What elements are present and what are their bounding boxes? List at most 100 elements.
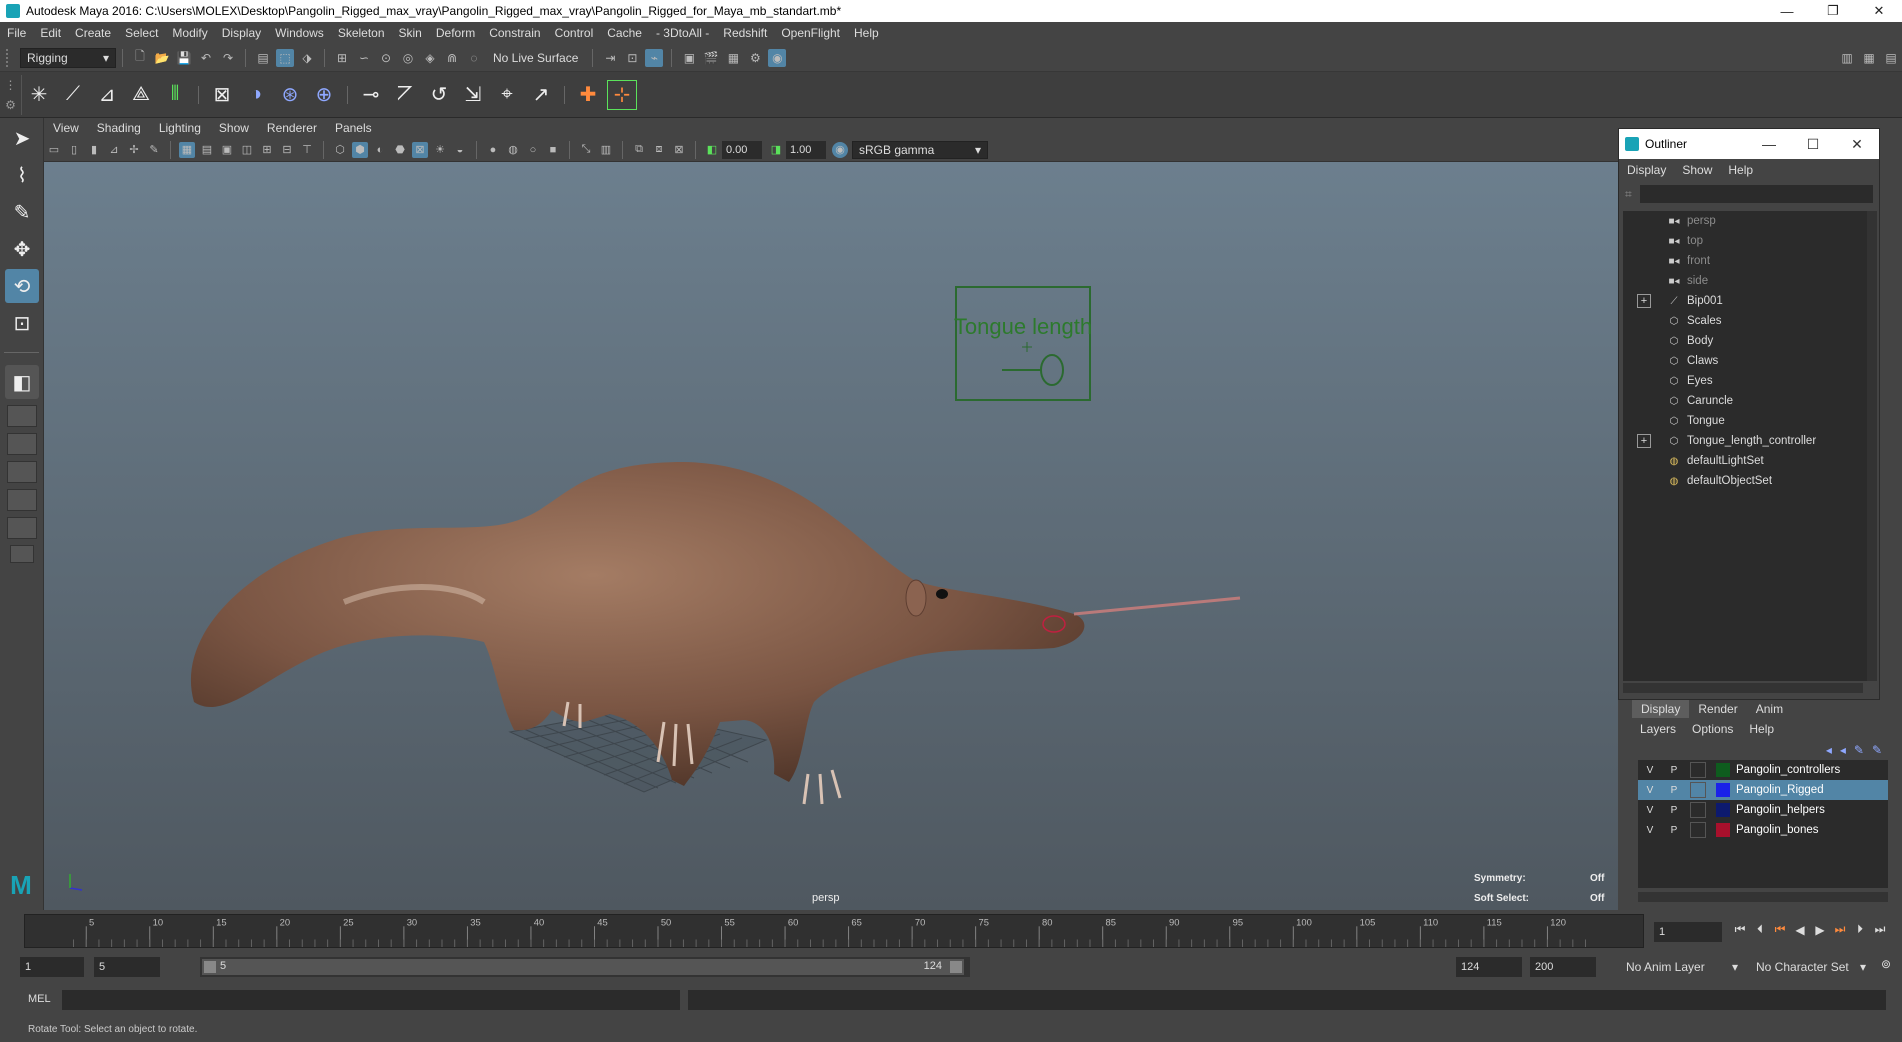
xray-icon[interactable]: ▥ (598, 142, 614, 158)
outliner-title-bar[interactable]: Outliner — ☐ ✕ (1619, 129, 1879, 159)
aim-constraint-icon[interactable]: ⦢ (390, 80, 420, 110)
viewport-menu-show[interactable]: Show (210, 121, 258, 135)
step-back-frame-icon[interactable]: ⏴ (1750, 922, 1770, 937)
single-view-icon[interactable]: ◧ (5, 365, 39, 399)
open-scene-icon[interactable]: 📂 (153, 49, 171, 67)
menu-help[interactable]: Help (847, 26, 886, 40)
pole-vector-icon[interactable]: ↗ (526, 80, 556, 110)
auto-key-icon[interactable]: ⊚ (1876, 957, 1896, 971)
menu-select[interactable]: Select (118, 26, 165, 40)
layer-row[interactable]: V P Pangolin_helpers (1638, 800, 1888, 820)
go-to-end-icon[interactable]: ⏭ (1870, 922, 1890, 937)
workspace-icon[interactable]: ▥ (1838, 49, 1856, 67)
channel-box-icon[interactable]: ▤ (1882, 49, 1900, 67)
viewport-menu-view[interactable]: View (44, 121, 88, 135)
layer-menu-options[interactable]: Options (1684, 722, 1741, 736)
xray-components-icon[interactable]: ⧈ (651, 142, 667, 158)
viewport-menu-lighting[interactable]: Lighting (150, 121, 210, 135)
toggle-panels-icon[interactable]: ▦ (1860, 49, 1878, 67)
maximize-icon[interactable]: ☐ (1791, 129, 1835, 159)
playback-toggle[interactable]: P (1666, 802, 1682, 818)
new-layer-icon[interactable]: ✎ (1854, 743, 1864, 757)
outliner-menu-display[interactable]: Display (1619, 163, 1674, 177)
play-backwards-icon[interactable]: ◀ (1790, 922, 1810, 937)
layer-color-swatch[interactable] (1716, 803, 1730, 817)
anim-layer-dropdown[interactable]: No Anim Layer ▾ (1620, 957, 1744, 977)
time-slider[interactable]: 5 10 15 20 25 30 35 40 45 50 55 60 65 70 75 80 85 90 95 100… (0, 912, 1902, 954)
play-forwards-icon[interactable]: ▶ (1810, 922, 1830, 937)
layer-row[interactable]: V P Pangolin_controllers (1638, 760, 1888, 780)
depth-of-field-icon[interactable]: ■ (545, 142, 561, 158)
grease-pencil-icon[interactable]: ✎ (146, 142, 162, 158)
parent-constraint-icon[interactable]: ⌖ (492, 80, 522, 110)
layer-row[interactable]: V P Pangolin_bones (1638, 820, 1888, 840)
save-scene-icon[interactable]: 💾 (175, 49, 193, 67)
outliner-item-body[interactable]: ⬡ Body (1623, 331, 1867, 351)
outliner-search-input[interactable] (1639, 185, 1873, 203)
snap-curve-icon[interactable]: ∽ (355, 49, 373, 67)
graph-layout-icon[interactable] (7, 489, 37, 511)
outliner-item-caruncle[interactable]: ⬡ Caruncle (1623, 391, 1867, 411)
snap-grid-icon[interactable]: ⊞ (333, 49, 351, 67)
new-scene-icon[interactable]: 🗋 (131, 49, 149, 67)
menu-create[interactable]: Create (68, 26, 118, 40)
tab-render[interactable]: Render (1689, 700, 1746, 718)
outliner-item-front[interactable]: ■◂ front (1623, 251, 1867, 271)
ipr-render-icon[interactable]: ▦ (724, 49, 742, 67)
outliner-menu-show[interactable]: Show (1674, 163, 1720, 177)
resolution-gate-icon[interactable]: ▣ (219, 142, 235, 158)
outliner-item-bip001[interactable]: + ⟋ Bip001 (1623, 291, 1867, 311)
hypershade-layout-icon[interactable] (7, 517, 37, 539)
blend-shape-icon[interactable]: ⊕ (309, 80, 339, 110)
bind-skin-icon[interactable]: ⟁ (126, 80, 156, 110)
grip-handle[interactable] (6, 48, 14, 67)
undo-icon[interactable]: ↶ (197, 49, 215, 67)
wireframe-icon[interactable]: ⬡ (332, 142, 348, 158)
ik-handle-icon[interactable]: ⟋ (58, 80, 88, 110)
render-view-icon[interactable]: ▣ (680, 49, 698, 67)
menu-control[interactable]: Control (548, 26, 601, 40)
render-settings-icon[interactable]: ⚙ (746, 49, 764, 67)
outliner-item-eyes[interactable]: ⬡ Eyes (1623, 371, 1867, 391)
animation-start-field[interactable]: 1 (20, 957, 84, 977)
color-management-icon[interactable]: ◉ (832, 141, 848, 158)
outliner-item-scales[interactable]: ⬡ Scales (1623, 311, 1867, 331)
visibility-toggle[interactable]: V (1642, 802, 1658, 818)
layer-menu-layers[interactable]: Layers (1632, 722, 1684, 736)
outliner-item-persp[interactable]: ■◂ persp (1623, 211, 1867, 231)
bookmark-icon[interactable]: ▮ (86, 142, 102, 158)
go-to-start-icon[interactable]: ⏮ (1730, 922, 1750, 937)
outliner-item-claws[interactable]: ⬡ Claws (1623, 351, 1867, 371)
menu-display[interactable]: Display (215, 26, 268, 40)
smooth-shade-icon[interactable]: ⬢ (352, 141, 368, 158)
exposure-field[interactable]: 0.00 (722, 140, 762, 159)
layer-row[interactable]: V P Pangolin_Rigged (1638, 780, 1888, 800)
scale-constraint-icon[interactable]: ⇲ (458, 80, 488, 110)
live-icon[interactable]: ◌ (465, 49, 483, 67)
tongue-length-controller[interactable]: Tongue length (954, 286, 1092, 401)
select-hierarchy-icon[interactable]: ▤ (254, 49, 272, 67)
perspective-viewport[interactable]: Tongue length persp Symmetry: Off Soft S… (44, 162, 1618, 910)
range-bar[interactable]: 5 124 (200, 957, 970, 977)
layer-color-swatch[interactable] (1716, 783, 1730, 797)
restore-icon[interactable]: ❐ (1810, 0, 1856, 22)
field-chart-icon[interactable]: ⊞ (259, 142, 275, 158)
outliner-item-top[interactable]: ■◂ top (1623, 231, 1867, 251)
orient-constraint-icon[interactable]: ↺ (424, 80, 454, 110)
screen-space-ao-icon[interactable]: ● (485, 142, 501, 158)
range-start-grip[interactable] (204, 961, 216, 973)
tab-display[interactable]: Display (1632, 700, 1690, 718)
wrap-icon[interactable]: ⊛ (275, 80, 305, 110)
image-plane-icon[interactable]: ⊿ (106, 142, 122, 158)
snap-surface-icon[interactable]: ◈ (421, 49, 439, 67)
visibility-toggle[interactable]: V (1642, 782, 1658, 798)
viewport-menu-panels[interactable]: Panels (326, 121, 381, 135)
menu-skeleton[interactable]: Skeleton (331, 26, 392, 40)
display-type-toggle[interactable] (1690, 782, 1706, 798)
menu-constrain[interactable]: Constrain (482, 26, 547, 40)
move-tool-icon[interactable]: ✥ (5, 232, 39, 266)
toggle-hud-icon[interactable]: ⊠ (671, 142, 687, 158)
move-layer-up-icon[interactable]: ◂ (1826, 743, 1832, 757)
range-end-grip[interactable] (950, 961, 962, 973)
hypershade-icon[interactable]: ◉ (768, 48, 787, 67)
